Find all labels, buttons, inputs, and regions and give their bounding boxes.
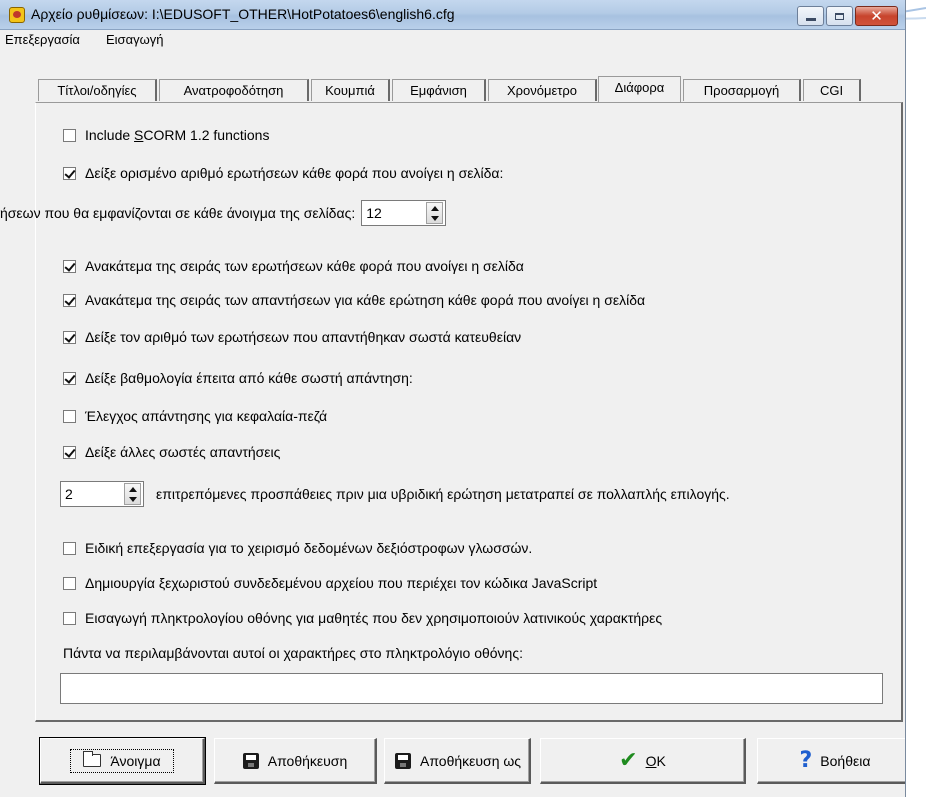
attempts-spin-buttons[interactable] xyxy=(124,483,141,505)
hotpotatoes-app-icon xyxy=(9,7,25,23)
tab-cgi[interactable]: CGI xyxy=(803,79,861,101)
tab-strip: Τίτλοι/οδηγίες Ανατροφοδότηση Κουμπιά Εμ… xyxy=(0,50,905,102)
open-button-label: Άνοιγμα xyxy=(110,752,161,769)
onscreen-keyboard-option[interactable]: Εισαγωγή πληκτρολογίου οθόνης για μαθητέ… xyxy=(63,610,662,626)
case-check-checkbox[interactable] xyxy=(63,409,76,423)
shuffle-questions-label: Ανακάτεμα της σειράς των ερωτήσεων κάθε … xyxy=(85,258,524,274)
shuffle-answers-option[interactable]: Ανακάτεμα της σειράς των απαντήσεων για … xyxy=(63,292,645,308)
maximize-icon xyxy=(835,12,844,20)
correct-count-checkbox[interactable] xyxy=(63,330,76,344)
questions-per-page-spinner[interactable]: 12 xyxy=(361,200,447,226)
score-after-label: Δείξε βαθμολογία έπειτα από κάθε σωστή α… xyxy=(85,370,413,386)
other-correct-checkbox[interactable] xyxy=(63,445,76,459)
tab-timer[interactable]: Χρονόμετρο xyxy=(488,79,597,101)
correct-count-label: Δείξε τον αριθμό των ερωτήσεων που απαντ… xyxy=(85,329,522,345)
spin-up-icon[interactable] xyxy=(128,486,137,492)
minimize-button[interactable] xyxy=(797,6,824,26)
floppy-disk-icon xyxy=(242,752,259,769)
questions-per-page-label: ήσεων που θα εμφανίζονται σε κάθε άνοιγμ… xyxy=(0,205,356,221)
attempts-row: 2 επιτρεπόμενες προσπάθειες πριν μια υβρ… xyxy=(60,481,730,507)
attempts-label: επιτρεπόμενες προσπάθειες πριν μια υβριδ… xyxy=(156,486,730,502)
keyboard-chars-label: Πάντα να περιλαμβάνονται αυτοί οι χαρακτ… xyxy=(63,645,523,661)
onscreen-keyboard-checkbox[interactable] xyxy=(63,611,76,625)
tab-buttons[interactable]: Κουμπιά xyxy=(311,79,390,101)
score-after-option[interactable]: Δείξε βαθμολογία έπειτα από κάθε σωστή α… xyxy=(63,370,413,386)
other-correct-label: Δείξε άλλες σωστές απαντήσεις xyxy=(85,444,281,460)
save-as-button[interactable]: Αποθήκευση ως xyxy=(384,738,531,784)
shuffle-questions-checkbox[interactable] xyxy=(63,259,76,273)
correct-count-option[interactable]: Δείξε τον αριθμό των ερωτήσεων που απαντ… xyxy=(63,329,521,345)
case-check-label: Έλεγχος απάντησης για κεφαλαία-πεζά xyxy=(85,408,328,424)
help-button-label: Βοήθεια xyxy=(820,752,871,769)
score-after-checkbox[interactable] xyxy=(63,371,76,385)
config-dialog: Αρχείο ρυθμίσεων: I:\EDUSOFT_OTHER\HotPo… xyxy=(0,0,906,797)
rtl-option[interactable]: Ειδική επεξεργασία για το χειρισμό δεδομ… xyxy=(63,540,532,556)
case-check-option[interactable]: Έλεγχος απάντησης για κεφαλαία-πεζά xyxy=(63,408,327,424)
spin-down-icon[interactable] xyxy=(430,215,439,221)
shuffle-answers-label: Ανακάτεμα της σειράς των απαντήσεων για … xyxy=(85,292,646,308)
checkmark-icon: ✔ xyxy=(619,747,638,773)
onscreen-keyboard-label: Εισαγωγή πληκτρολογίου οθόνης για μαθητέ… xyxy=(85,610,663,626)
separate-js-label: Δημιουργία ξεχωριστού συνδεδεμένου αρχεί… xyxy=(85,575,598,591)
minimize-icon xyxy=(805,17,816,21)
open-button-focus: Άνοιγμα xyxy=(70,748,174,773)
fixed-number-label: Δείξε ορισμένο αριθμό ερωτήσεων κάθε φορ… xyxy=(85,165,504,181)
separate-js-option[interactable]: Δημιουργία ξεχωριστού συνδεδεμένου αρχεί… xyxy=(63,575,597,591)
rtl-label: Ειδική επεξεργασία για το χειρισμό δεδομ… xyxy=(85,540,533,556)
fixed-number-option[interactable]: Δείξε ορισμένο αριθμό ερωτήσεων κάθε φορ… xyxy=(63,165,503,181)
attempts-spinner[interactable]: 2 xyxy=(60,481,144,507)
question-mark-icon: ? xyxy=(799,747,813,773)
menu-insert[interactable]: Εισαγωγή xyxy=(106,32,163,47)
tab-misc[interactable]: Διάφορα xyxy=(598,76,681,102)
fixed-number-checkbox[interactable] xyxy=(63,166,76,180)
tab-feedback[interactable]: Ανατροφοδότηση xyxy=(159,79,309,101)
window-title: Αρχείο ρυθμίσεων: I:\EDUSOFT_OTHER\HotPo… xyxy=(31,6,455,22)
close-button[interactable]: ✕ xyxy=(855,6,898,26)
separate-js-checkbox[interactable] xyxy=(63,576,76,590)
title-bar[interactable]: Αρχείο ρυθμίσεων: I:\EDUSOFT_OTHER\HotPo… xyxy=(0,0,905,30)
attempts-value[interactable]: 2 xyxy=(65,486,73,502)
tab-titles-instructions[interactable]: Τίτλοι/οδηγίες xyxy=(38,79,157,101)
save-button[interactable]: Αποθήκευση xyxy=(214,738,377,784)
spin-up-icon[interactable] xyxy=(430,205,439,211)
questions-per-page-row: ήσεων που θα εμφανίζονται σε κάθε άνοιγμ… xyxy=(0,200,447,226)
shuffle-answers-checkbox[interactable] xyxy=(63,293,76,307)
tab-customize[interactable]: Προσαρμογή xyxy=(683,79,801,101)
scorm-option[interactable]: Include SCORM 1.2 functions xyxy=(63,127,269,143)
ok-button-label: OK xyxy=(645,752,666,769)
scorm-label: Include SCORM 1.2 functions xyxy=(85,127,270,143)
questions-per-page-spin-buttons[interactable] xyxy=(426,202,444,224)
questions-per-page-value[interactable]: 12 xyxy=(366,205,382,221)
close-icon: ✕ xyxy=(870,6,883,25)
menu-edit[interactable]: Επεξεργασία xyxy=(5,32,80,47)
rtl-checkbox[interactable] xyxy=(63,541,76,555)
tab-appearance[interactable]: Εμφάνιση xyxy=(392,79,486,101)
floppy-disk-as-icon xyxy=(395,752,411,769)
maximize-button[interactable] xyxy=(826,6,853,26)
folder-open-icon xyxy=(83,751,102,767)
save-button-label: Αποθήκευση xyxy=(267,752,348,769)
help-button[interactable]: ? Βοήθεια xyxy=(757,738,905,784)
keyboard-chars-input[interactable] xyxy=(60,673,883,704)
open-button[interactable]: Άνοιγμα xyxy=(39,737,206,785)
scorm-checkbox[interactable] xyxy=(63,128,76,142)
shuffle-questions-option[interactable]: Ανακάτεμα της σειράς των ερωτήσεων κάθε … xyxy=(63,258,524,274)
spin-down-icon[interactable] xyxy=(128,496,137,502)
other-correct-option[interactable]: Δείξε άλλες σωστές απαντήσεις xyxy=(63,444,280,460)
ok-button[interactable]: ✔ OK xyxy=(540,738,746,784)
menu-bar: Επεξεργασία Εισαγωγή xyxy=(0,30,905,50)
save-as-button-label: Αποθήκευση ως xyxy=(420,752,522,769)
